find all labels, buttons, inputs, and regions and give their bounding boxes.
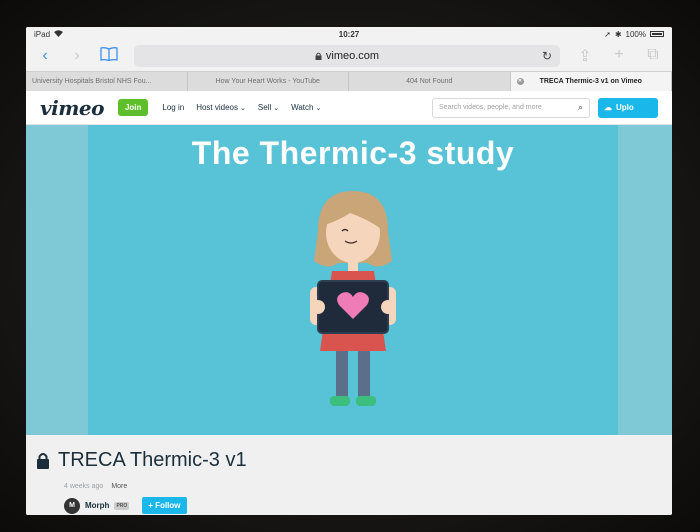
tab-vimeo[interactable]: ✕ TRECA Thermic-3 v1 on Vimeo [510, 72, 672, 91]
tab-label: 404 Not Found [406, 78, 453, 85]
avatar[interactable]: M [64, 497, 80, 514]
video-side-right [618, 125, 672, 435]
sell-menu[interactable]: Sell ⌄ [258, 103, 279, 112]
video-title: TRECA Thermic-3 v1 [58, 449, 247, 471]
chevron-down-icon: ⌄ [273, 104, 280, 112]
sell-label: Sell [257, 103, 272, 112]
tab-404[interactable]: 404 Not Found [349, 72, 511, 91]
forward-button[interactable]: › [68, 47, 86, 65]
login-label: Log in [162, 103, 185, 112]
carrier-label: iPad [34, 29, 51, 39]
video-title-row: TRECA Thermic-3 v1 [36, 449, 247, 472]
status-bar: iPad 10:27 ➚ ✱ 100% [26, 27, 672, 41]
address-bar[interactable]: vimeo.com ↻ [134, 45, 560, 67]
back-button[interactable]: ‹ [36, 47, 54, 65]
chevron-down-icon: ⌄ [240, 104, 246, 112]
tab-label: University Hospitals Bristol NHS Fou... [32, 78, 152, 85]
new-tab-icon[interactable]: + [610, 46, 628, 66]
book-icon [100, 46, 118, 61]
tab-youtube[interactable]: How Your Heart Works - YouTube [188, 72, 349, 91]
url-text: vimeo.com [325, 50, 380, 62]
vimeo-header: vimeo Join Log in Host videos ⌄ Sell ⌄ W… [26, 91, 672, 125]
video-player-area[interactable]: The Thermic-3 study [26, 125, 672, 435]
location-icon: ➚ [604, 29, 611, 39]
search-input[interactable]: Search videos, people, and more ⌕ [432, 97, 590, 118]
lock-icon [37, 453, 49, 469]
cloud-upload-icon: ☁ [604, 103, 612, 112]
browser-toolbar: ‹ › vimeo.com ↻ ⇪ + ⧉ [26, 41, 672, 71]
search-placeholder: Search videos, people, and more [439, 104, 542, 111]
battery-label: 100% [625, 29, 646, 39]
login-link[interactable]: Log in [162, 103, 184, 112]
tab-label: TRECA Thermic-3 v1 on Vimeo [539, 78, 642, 85]
owner-name[interactable]: Morph [85, 501, 109, 510]
tab-label: How Your Heart Works - YouTube [215, 78, 320, 85]
video-side-left [26, 125, 88, 435]
video-frame[interactable]: The Thermic-3 study [88, 125, 618, 435]
join-button[interactable]: Join [117, 99, 149, 116]
video-info-panel: TRECA Thermic-3 v1 4 weeks ago More M Mo… [26, 435, 672, 515]
tabs-overview-icon[interactable]: ⧉ [644, 46, 662, 66]
pro-badge: PRO [114, 501, 130, 510]
more-link[interactable]: More [111, 483, 127, 490]
follow-button[interactable]: + Follow [142, 497, 187, 514]
status-time: 10:27 [338, 29, 360, 39]
upload-age: 4 weeks ago [64, 483, 104, 490]
bookmarks-button[interactable] [100, 46, 134, 66]
tab-nhs[interactable]: University Hospitals Bristol NHS Fou... [26, 72, 188, 91]
bluetooth-icon: ✱ [614, 29, 622, 39]
ipad-screen: iPad 10:27 ➚ ✱ 100% ‹ › vimeo.com ↻ ⇪ + … [26, 27, 672, 515]
wifi-icon [54, 29, 64, 39]
close-tab-icon[interactable]: ✕ [516, 78, 524, 85]
upload-button[interactable]: ☁ Uplo [598, 97, 658, 118]
host-videos-label: Host videos [196, 103, 238, 112]
upload-label: Uplo [616, 103, 634, 112]
reload-icon[interactable]: ↻ [542, 49, 552, 63]
watch-menu[interactable]: Watch ⌄ [291, 103, 321, 112]
watch-label: Watch [291, 103, 314, 112]
video-overlay-title: The Thermic-3 study [191, 135, 515, 171]
tab-bar: University Hospitals Bristol NHS Fou... … [26, 71, 672, 91]
lock-icon [315, 52, 322, 60]
cartoon-girl-illustration [310, 191, 396, 406]
share-icon[interactable]: ⇪ [576, 46, 594, 66]
search-icon[interactable]: ⌕ [578, 102, 583, 113]
battery-icon [650, 31, 664, 37]
owner-row: M Morph PRO + Follow [64, 497, 187, 514]
video-meta: 4 weeks ago More [64, 483, 127, 490]
chevron-down-icon: ⌄ [315, 104, 322, 112]
host-videos-menu[interactable]: Host videos ⌄ [196, 103, 246, 112]
vimeo-logo[interactable]: vimeo [40, 96, 104, 120]
